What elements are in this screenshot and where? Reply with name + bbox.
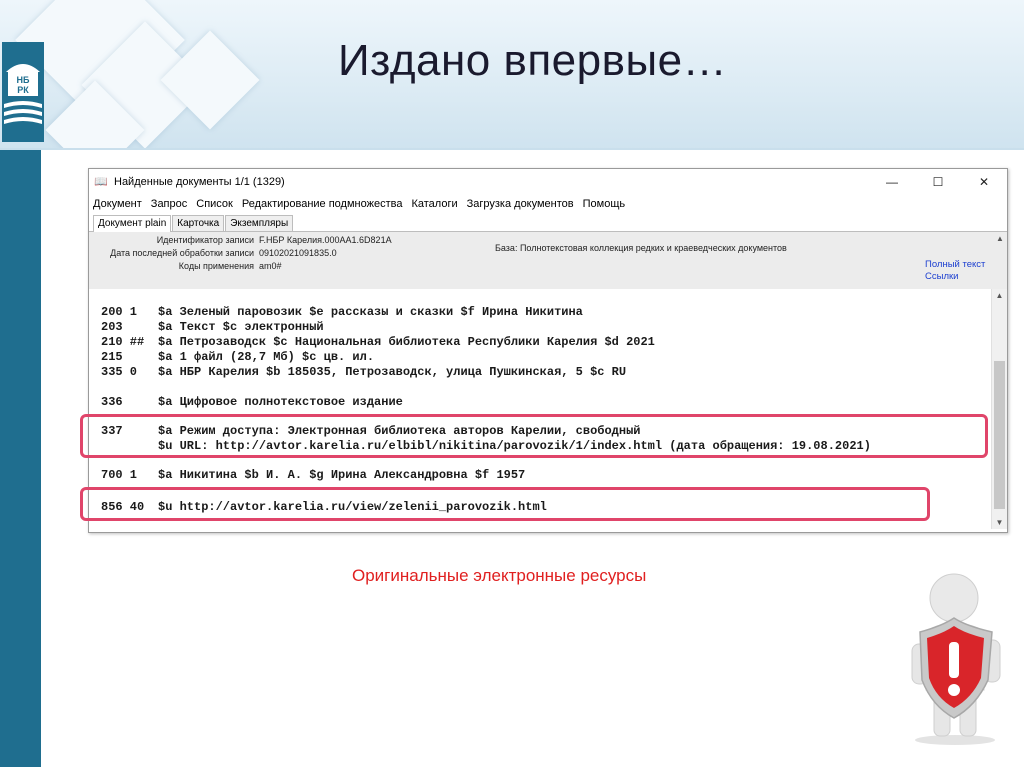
usage-codes-label: Коды применения <box>178 261 254 271</box>
links-link[interactable]: Ссылки <box>925 271 985 283</box>
last-processed-label: Дата последней обработки записи <box>110 248 254 258</box>
window-titlebar[interactable]: 📖 Найденные документы 1/1 (1329) — ☐ ✕ <box>89 169 1007 195</box>
header-divider <box>0 148 1024 150</box>
record-id-value: F.НБР Карелия.000АА1.6D821A <box>259 235 392 245</box>
record-tag: 210 ## <box>101 335 145 349</box>
menu-bar: Документ Запрос Список Редактирование по… <box>89 195 1007 213</box>
record-line: 210 ## $a Петрозаводск $c Национальная би… <box>101 335 655 349</box>
highlight-box-access <box>80 414 988 458</box>
record-tag: 200 1 <box>101 305 145 319</box>
slide-title: Издано впервые… <box>338 36 728 85</box>
menu-document[interactable]: Документ <box>93 198 142 210</box>
minimize-button[interactable]: — <box>869 175 915 189</box>
menu-load-documents[interactable]: Загрузка документов <box>467 198 574 210</box>
last-processed-value: 09102021091835.0 <box>259 248 337 258</box>
tab-strip: Документ plain Карточка Экземпляры <box>89 213 1007 232</box>
menu-query[interactable]: Запрос <box>151 198 187 210</box>
slide-caption: Оригинальные электронные ресурсы <box>352 566 647 585</box>
record-tag: 336 <box>101 395 145 409</box>
logo-text-bottom: РК <box>17 85 29 95</box>
record-text: $a Зеленый паровозик $e рассказы и сказк… <box>158 305 583 319</box>
record-id-label: Идентификатор записи <box>156 235 254 245</box>
tab-document-plain[interactable]: Документ plain <box>93 215 172 232</box>
scroll-down-icon[interactable]: ▼ <box>992 518 1007 527</box>
menu-edit-subset[interactable]: Редактирование подмножества <box>242 198 403 210</box>
usage-codes-value: am0# <box>259 261 282 271</box>
vertical-scrollbar[interactable]: ▲ ▼ <box>991 289 1007 529</box>
record-text: $a Текст $c электронный <box>158 320 324 334</box>
record-line: 700 1 $a Никитина $b И. А. $g Ирина Алек… <box>101 468 525 482</box>
maximize-button[interactable]: ☐ <box>915 175 961 189</box>
book-icon: 📖 <box>94 176 108 188</box>
record-line: 200 1 $a Зеленый паровозик $e рассказы и… <box>101 305 583 319</box>
record-links: Полный текст Ссылки <box>925 259 985 283</box>
record-text: $a Цифровое полнотекстовое издание <box>158 395 403 409</box>
library-logo-icon: НБ РК <box>2 42 44 142</box>
full-text-link[interactable]: Полный текст <box>925 259 985 271</box>
record-text: $a Петрозаводск $c Национальная библиоте… <box>158 335 655 349</box>
record-tag: 203 <box>101 320 145 334</box>
record-info-panel: Идентификатор записи F.НБР Карелия.000АА… <box>89 232 1007 290</box>
database-name: База: Полнотекстовая коллекция редких и … <box>495 243 787 253</box>
record-tag: 335 0 <box>101 365 145 379</box>
close-button[interactable]: ✕ <box>961 175 1007 189</box>
record-tag: 700 1 <box>101 468 145 482</box>
menu-help[interactable]: Помощь <box>583 198 626 210</box>
record-line: 203 $a Текст $c электронный <box>101 320 324 334</box>
menu-list[interactable]: Список <box>196 198 233 210</box>
found-documents-window: 📖 Найденные документы 1/1 (1329) — ☐ ✕ Д… <box>88 168 1008 533</box>
menu-catalogs[interactable]: Каталоги <box>411 198 457 210</box>
highlight-box-url <box>80 487 930 521</box>
scroll-up-icon[interactable]: ▲ <box>992 291 1007 300</box>
tab-copies[interactable]: Экземпляры <box>225 215 294 231</box>
record-tag: 215 <box>101 350 145 364</box>
tab-card[interactable]: Карточка <box>172 215 225 231</box>
scroll-up-icon[interactable]: ▲ <box>993 234 1007 248</box>
record-text: $a 1 файл (28,7 Мб) $c цв. ил. <box>158 350 375 364</box>
record-line: 335 0 $a НБР Карелия $b 185035, Петрозав… <box>101 365 626 379</box>
warning-shield-icon <box>902 570 1008 745</box>
record-line: 336 $a Цифровое полнотекстовое издание <box>101 395 403 409</box>
record-text: $a Никитина $b И. А. $g Ирина Александро… <box>158 468 526 482</box>
window-title: Найденные документы 1/1 (1329) <box>114 176 285 188</box>
record-line: 215 $a 1 файл (28,7 Мб) $c цв. ил. <box>101 350 374 364</box>
scrollbar-thumb[interactable] <box>994 361 1005 509</box>
record-text: $a НБР Карелия $b 185035, Петрозаводск, … <box>158 365 627 379</box>
logo-text-top: НБ <box>17 75 30 85</box>
